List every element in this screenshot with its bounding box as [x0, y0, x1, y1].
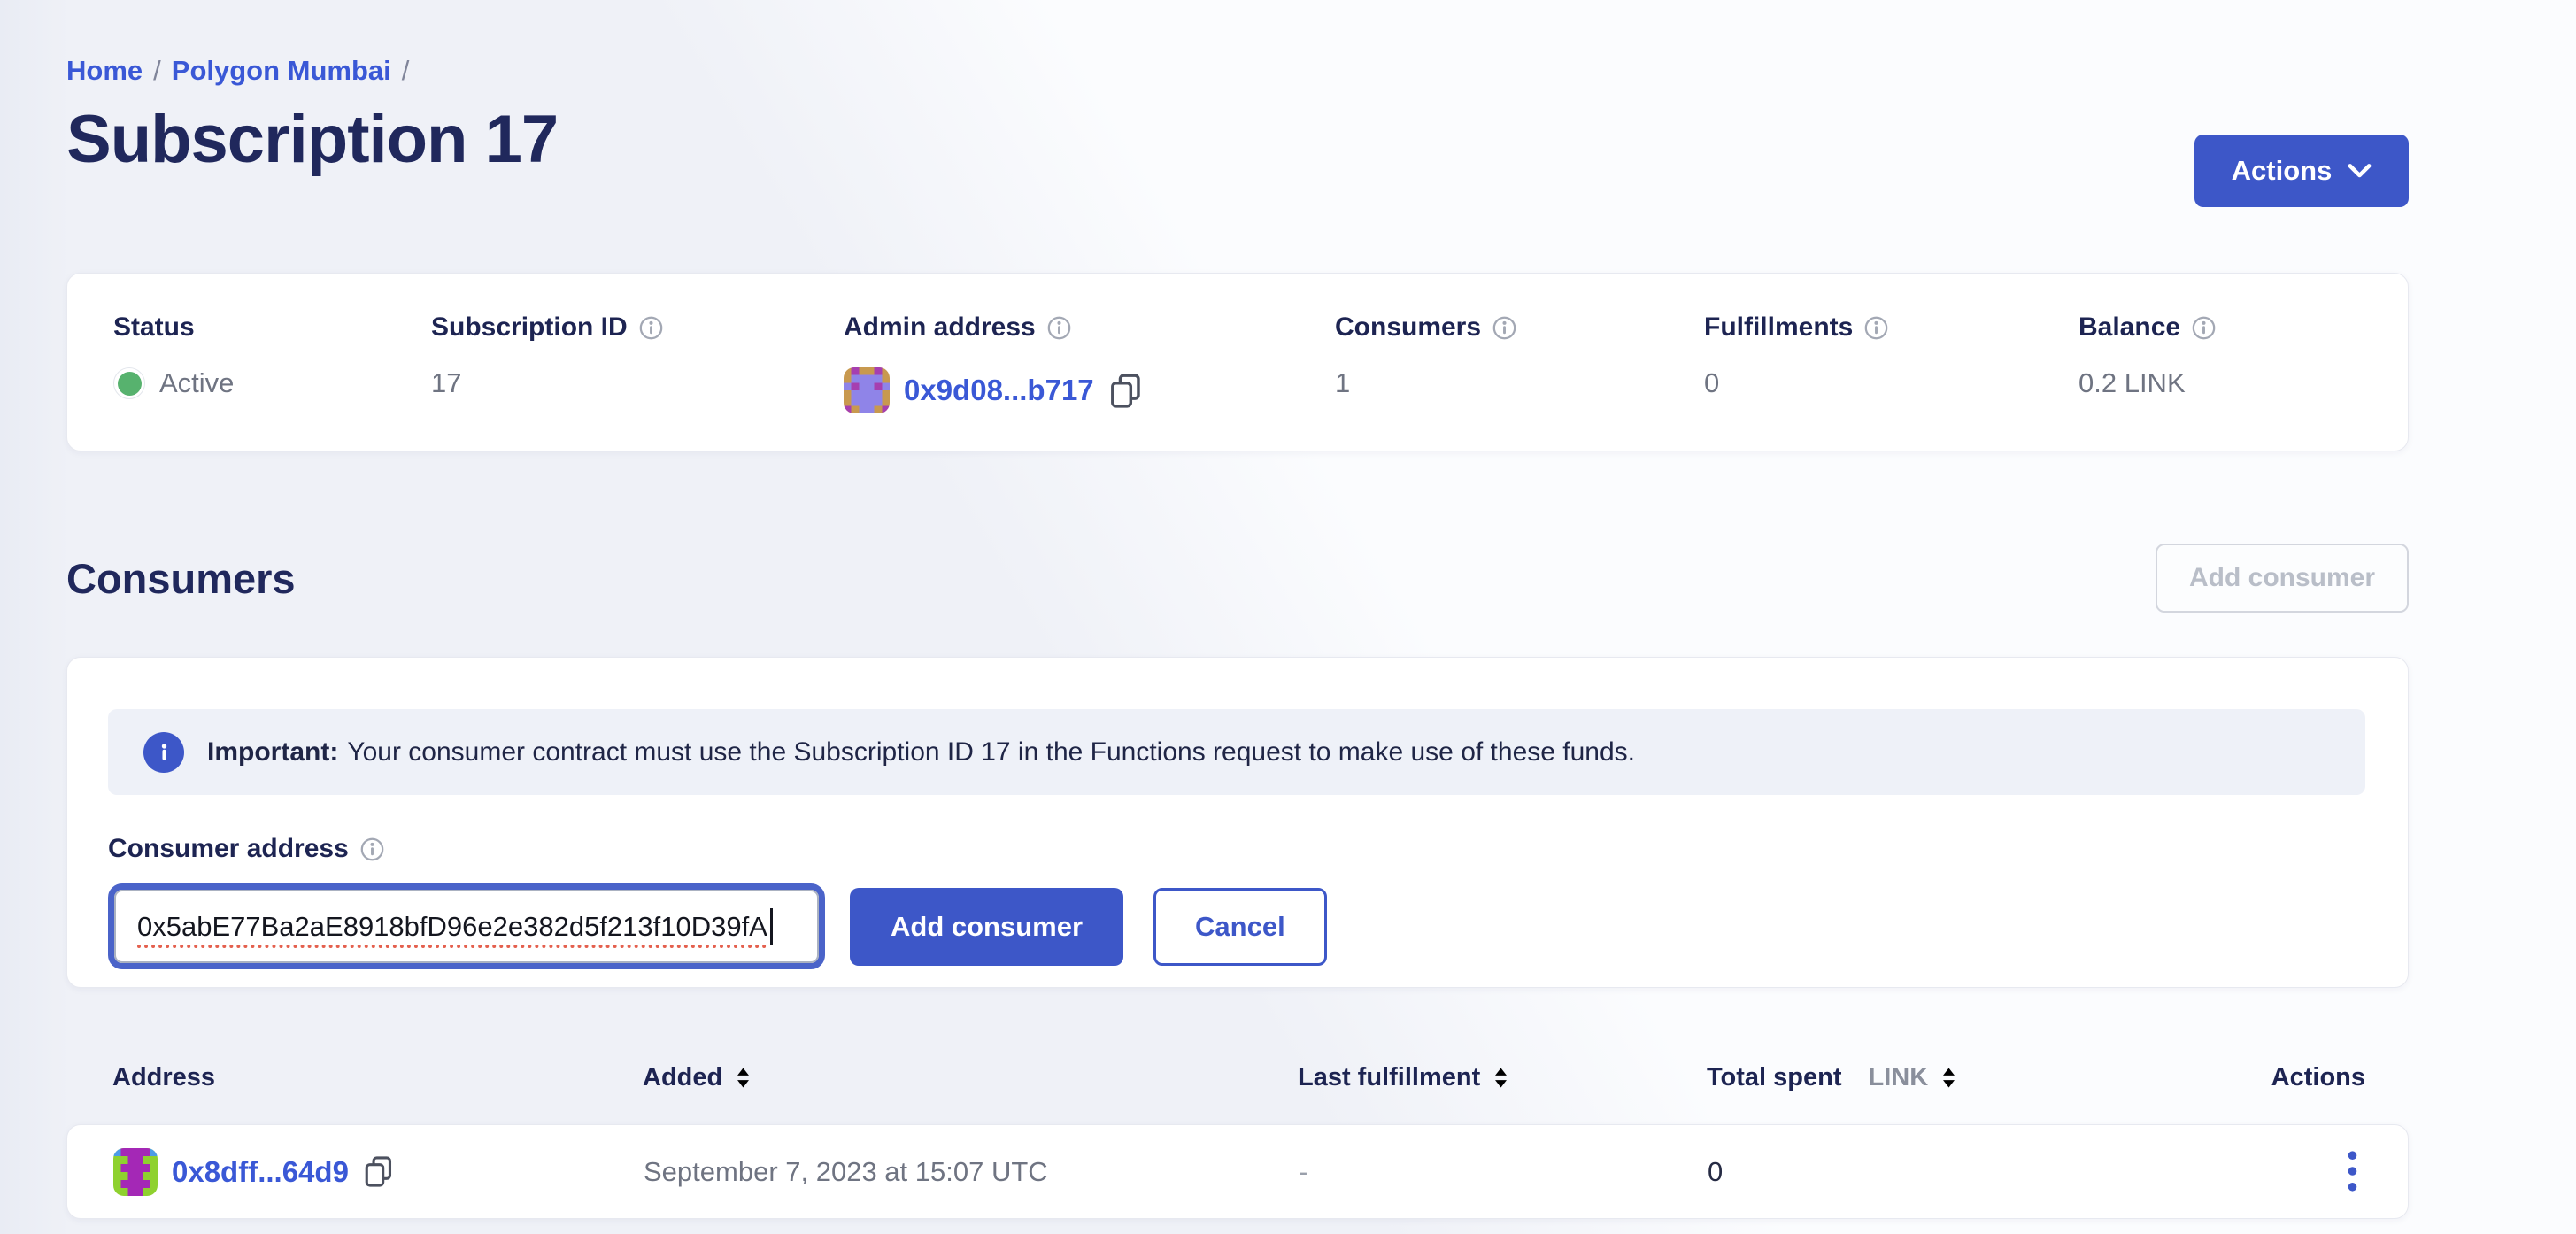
admin-avatar: [844, 367, 890, 413]
row-actions-kebab-menu[interactable]: [2341, 1147, 2364, 1195]
subscription-id-label: Subscription ID: [431, 312, 628, 343]
copy-icon[interactable]: [363, 1155, 393, 1188]
banner-body-text: Your consumer contract must use the Subs…: [347, 737, 1635, 767]
actions-button[interactable]: Actions: [2194, 135, 2409, 207]
total-spent-column-label: Total spent: [1707, 1063, 1842, 1092]
consumer-address-link[interactable]: 0x8dff...64d9: [172, 1155, 349, 1189]
consumers-section-title: Consumers: [66, 554, 296, 603]
consumer-address-label: Consumer address: [108, 834, 349, 864]
total-spent-unit-label: LINK: [1869, 1063, 1929, 1092]
copy-icon[interactable]: [1108, 373, 1142, 409]
status-value: Active: [159, 367, 234, 399]
consumer-address-value: 0x5abE77Ba2aE8918bfD96e2e382d5f213f10D39…: [137, 911, 767, 943]
actions-button-label: Actions: [2232, 155, 2333, 187]
column-header-address: Address: [112, 1063, 643, 1092]
status-dot-icon: [113, 367, 145, 399]
subscription-summary-card: Status Active Subscription ID 17 Admin a…: [66, 273, 2409, 451]
info-icon[interactable]: [2192, 316, 2216, 340]
banner-bold-text: Important:: [207, 737, 338, 767]
consumer-table-row: 0x8dff...64d9 September 7, 2023 at 15:07…: [66, 1124, 2409, 1219]
summary-subscription-id: Subscription ID 17: [431, 312, 844, 451]
summary-admin-address: Admin address 0x9d08...b717: [844, 312, 1335, 451]
subscription-id-value: 17: [431, 367, 461, 399]
consumer-avatar: [113, 1148, 158, 1196]
main-content: Home / Polygon Mumbai / Subscription 17 …: [66, 0, 2409, 1219]
add-consumer-form-card: Important: Your consumer contract must us…: [66, 657, 2409, 988]
summary-status: Status Active: [113, 312, 431, 451]
consumer-added-date: September 7, 2023 at 15:07 UTC: [644, 1156, 1299, 1188]
page-title: Subscription 17: [66, 101, 558, 178]
summary-fulfillments: Fulfillments 0: [1704, 312, 2079, 451]
consumer-address-input[interactable]: 0x5abE77Ba2aE8918bfD96e2e382d5f213f10D39…: [114, 890, 819, 963]
important-banner: Important: Your consumer contract must us…: [108, 709, 2365, 795]
breadcrumb: Home / Polygon Mumbai /: [66, 55, 2409, 87]
breadcrumb-network-link[interactable]: Polygon Mumbai: [172, 55, 391, 87]
sort-icon[interactable]: [1942, 1068, 1955, 1088]
summary-consumers: Consumers 1: [1335, 312, 1704, 451]
column-header-last-fulfillment[interactable]: Last fulfillment: [1298, 1063, 1707, 1092]
consumer-total-spent: 0: [1708, 1156, 2168, 1188]
info-icon[interactable]: [1047, 316, 1071, 340]
admin-address-link[interactable]: 0x9d08...b717: [904, 374, 1094, 407]
address-column-label: Address: [112, 1063, 215, 1092]
status-label: Status: [113, 312, 195, 343]
balance-label: Balance: [2079, 312, 2180, 343]
info-icon[interactable]: [360, 837, 384, 861]
breadcrumb-separator: /: [402, 55, 410, 87]
breadcrumb-home-link[interactable]: Home: [66, 55, 143, 87]
column-header-added[interactable]: Added: [643, 1063, 1298, 1092]
sort-icon[interactable]: [737, 1068, 750, 1088]
admin-address-label: Admin address: [844, 312, 1036, 343]
column-header-actions: Actions: [2271, 1063, 2365, 1092]
actions-column-label: Actions: [2271, 1063, 2365, 1092]
sort-desc-icon[interactable]: [1494, 1068, 1508, 1088]
info-filled-icon: [143, 732, 184, 773]
add-consumer-button-disabled[interactable]: Add consumer: [2156, 544, 2409, 613]
text-caret: [770, 908, 773, 945]
balance-value: 0.2 LINK: [2079, 367, 2186, 399]
fulfillments-label: Fulfillments: [1704, 312, 1853, 343]
consumers-table-header: Address Added Last fulfillment Total spe…: [66, 1057, 2409, 1098]
consumers-value: 1: [1335, 367, 1350, 399]
chevron-down-icon: [2348, 164, 2372, 178]
consumer-last-fulfillment: -: [1299, 1156, 1708, 1188]
banner-text: Important: Your consumer contract must us…: [207, 737, 1635, 767]
last-fulfillment-column-label: Last fulfillment: [1298, 1063, 1480, 1092]
breadcrumb-separator: /: [153, 55, 161, 87]
info-icon[interactable]: [1492, 316, 1516, 340]
fulfillments-value: 0: [1704, 367, 1719, 399]
consumers-label: Consumers: [1335, 312, 1481, 343]
add-consumer-submit-button[interactable]: Add consumer: [850, 888, 1123, 966]
info-icon[interactable]: [1864, 316, 1888, 340]
added-column-label: Added: [643, 1063, 722, 1092]
column-header-total-spent[interactable]: Total spent LINK: [1707, 1063, 2167, 1092]
cancel-button[interactable]: Cancel: [1153, 888, 1327, 966]
summary-balance: Balance 0.2 LINK: [2079, 312, 2408, 451]
consumer-address-input-focus-ring: 0x5abE77Ba2aE8918bfD96e2e382d5f213f10D39…: [108, 883, 825, 969]
info-icon[interactable]: [639, 316, 663, 340]
